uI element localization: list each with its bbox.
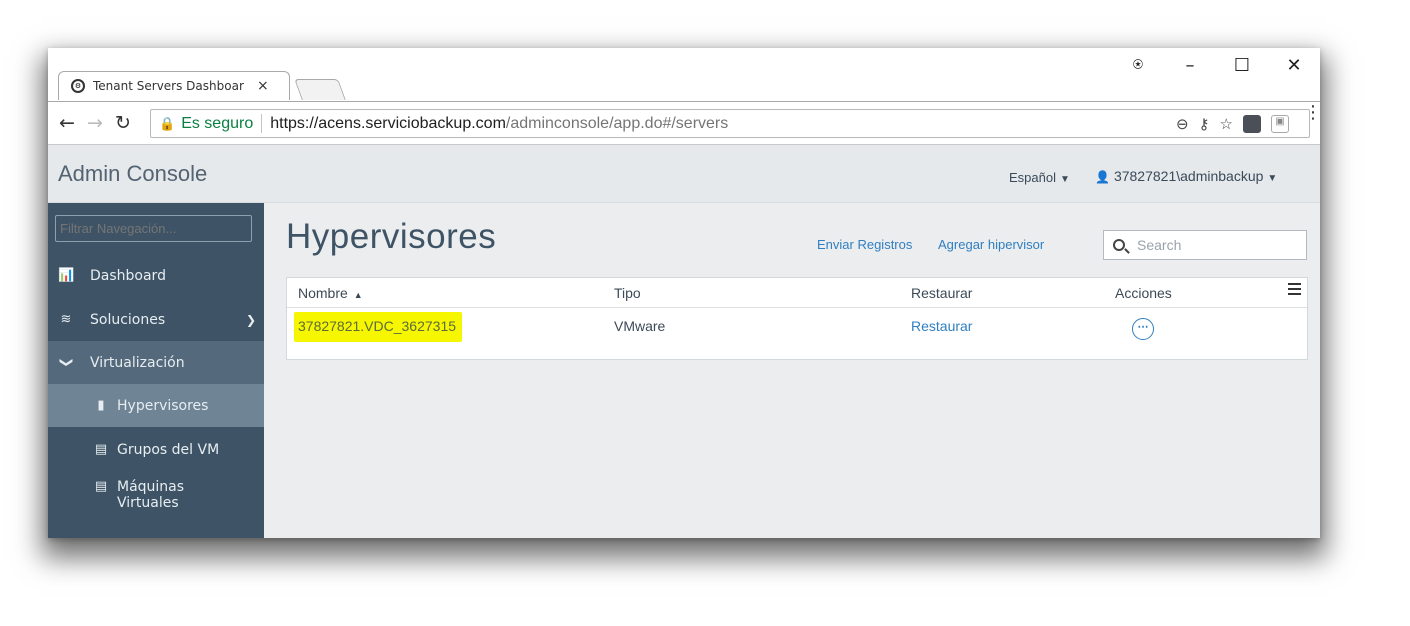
sidebar-item-label: Virtualización [90, 354, 185, 371]
hypervisors-table: Nombre ▲ Tipo Restaurar Acciones 37827821… [286, 277, 1308, 360]
secure-indicator[interactable]: 🔒 Es seguro [151, 114, 263, 133]
sidebar-item-virtualizacion[interactable]: ❯ Virtualización [48, 341, 264, 384]
sidebar-item-dashboard[interactable]: 📊 Dashboard [48, 254, 264, 297]
filter-navigation-input[interactable] [55, 215, 252, 242]
reload-icon[interactable]: ↻ [114, 112, 132, 134]
minimize-icon[interactable]: – [1164, 55, 1216, 76]
tab-title: Tenant Servers Dashboar [93, 79, 244, 93]
forward-arrow-icon[interactable]: → [86, 112, 104, 134]
maximize-icon[interactable]: ☐ [1216, 55, 1268, 76]
sidebar-item-label: Soluciones [90, 311, 166, 328]
user-label: 37827821\adminbackup [1113, 168, 1264, 184]
restore-link[interactable]: Restaurar [911, 318, 972, 334]
column-header-nombre[interactable]: Nombre ▲ [298, 285, 363, 301]
page-title: Hypervisores [286, 217, 497, 256]
send-logs-link[interactable]: Enviar Registros [817, 237, 912, 252]
sort-asc-icon: ▲ [353, 290, 363, 300]
url-text[interactable]: https://acens.serviciobackup.com/adminco… [262, 115, 728, 133]
tab-strip: ⚙ Tenant Servers Dashboar × ⍟ – ☐ ✕ [48, 48, 1320, 101]
caret-down-icon: ▼ [1267, 173, 1278, 184]
hypervisor-name: 37827821.VDC_3627315 [294, 312, 463, 342]
search-placeholder: Search [1137, 237, 1182, 253]
url-host: https://acens.serviciobackup.com [270, 114, 506, 132]
sidebar-item-hypervisores[interactable]: ▮ Hypervisores [48, 384, 264, 427]
language-selector[interactable]: Español ▼ [1009, 170, 1070, 185]
url-path: /adminconsole/app.do#/servers [505, 114, 729, 132]
vm-group-icon: ▤ [94, 442, 108, 457]
secure-label: Es seguro [181, 114, 254, 132]
sidebar-item-label: Máquinas Virtuales [117, 479, 185, 511]
back-arrow-icon[interactable]: ← [58, 112, 76, 134]
sidebar-item-label: Dashboard [90, 267, 166, 284]
window-controls: ⍟ – ☐ ✕ [1112, 48, 1320, 82]
sidebar: 📊 Dashboard ≋ Soluciones ❯ ❯ Virtualizac… [48, 203, 264, 538]
browser-menu-icon[interactable]: ⋮ [1304, 102, 1320, 123]
search-box[interactable]: Search [1103, 230, 1307, 260]
dashboard-icon: 📊 [58, 268, 75, 283]
layers-icon: ≋ [60, 312, 72, 327]
app-header: Admin Console Español ▼ 👤 37827821\adminba… [48, 145, 1320, 203]
sidebar-item-grupos-vm[interactable]: ▤ Grupos del VM [48, 428, 264, 471]
chevron-down-icon: ❯ [58, 357, 74, 368]
browser-tab[interactable]: ⚙ Tenant Servers Dashboar × [58, 71, 290, 100]
main-content: Hypervisores Enviar Registros Agregar hi… [264, 203, 1320, 538]
hypervisor-name-link[interactable]: 37827821.VDC_3627315 [294, 312, 463, 342]
actions-menu-icon[interactable]: ⋯ [1132, 318, 1154, 340]
address-bar-actions: ⊖ ⚷ ☆ ▣ [1176, 110, 1309, 137]
extension-2-icon[interactable]: ▣ [1271, 114, 1289, 133]
bookmark-star-icon[interactable]: ☆ [1220, 115, 1233, 133]
account-icon[interactable]: ⍟ [1112, 55, 1164, 75]
hypervisor-type: VMware [614, 318, 666, 334]
chevron-down-icon: ❯ [245, 312, 256, 327]
new-tab-button[interactable] [294, 79, 346, 100]
table-row: 37827821.VDC_3627315 VMware Restaurar ⋯ [287, 308, 1307, 360]
table-header: Nombre ▲ Tipo Restaurar Acciones [287, 278, 1307, 308]
sidebar-item-label: Grupos del VM [117, 441, 220, 458]
browser-window: ⚙ Tenant Servers Dashboar × ⍟ – ☐ ✕ ← → … [48, 48, 1320, 538]
address-bar[interactable]: 🔒 Es seguro https://acens.serviciobackup… [150, 109, 1310, 138]
favicon-icon: ⚙ [71, 79, 85, 93]
lock-icon: 🔒 [159, 115, 176, 131]
column-header-acciones[interactable]: Acciones [1115, 285, 1172, 301]
add-hypervisor-link[interactable]: Agregar hipervisor [938, 237, 1044, 252]
app-title: Admin Console [58, 161, 208, 186]
user-menu[interactable]: 👤 37827821\adminbackup ▼ [1095, 168, 1277, 184]
zoom-icon[interactable]: ⊖ [1176, 115, 1189, 133]
user-icon: 👤 [1095, 170, 1110, 184]
sidebar-item-soluciones[interactable]: ≋ Soluciones ❯ [48, 298, 264, 341]
extension-icon[interactable] [1243, 114, 1261, 133]
close-tab-icon[interactable]: × [257, 78, 269, 94]
key-icon[interactable]: ⚷ [1199, 115, 1210, 133]
sidebar-item-label: Hypervisores [117, 397, 209, 414]
search-icon [1113, 239, 1125, 251]
column-menu-icon[interactable] [1288, 283, 1301, 295]
sidebar-item-maquinas-virtuales[interactable]: ▤ Máquinas Virtuales [48, 471, 264, 529]
column-header-restaurar[interactable]: Restaurar [911, 285, 972, 301]
language-label: Español [1009, 170, 1056, 185]
column-label: Nombre [298, 285, 348, 301]
server-icon: ▮ [97, 398, 105, 413]
browser-toolbar: ← → ↻ 🔒 Es seguro https://acens.servicio… [48, 101, 1320, 145]
virtual-machine-icon: ▤ [94, 479, 108, 494]
close-window-icon[interactable]: ✕ [1268, 55, 1320, 76]
column-header-tipo[interactable]: Tipo [614, 285, 641, 301]
caret-down-icon: ▼ [1059, 174, 1070, 185]
